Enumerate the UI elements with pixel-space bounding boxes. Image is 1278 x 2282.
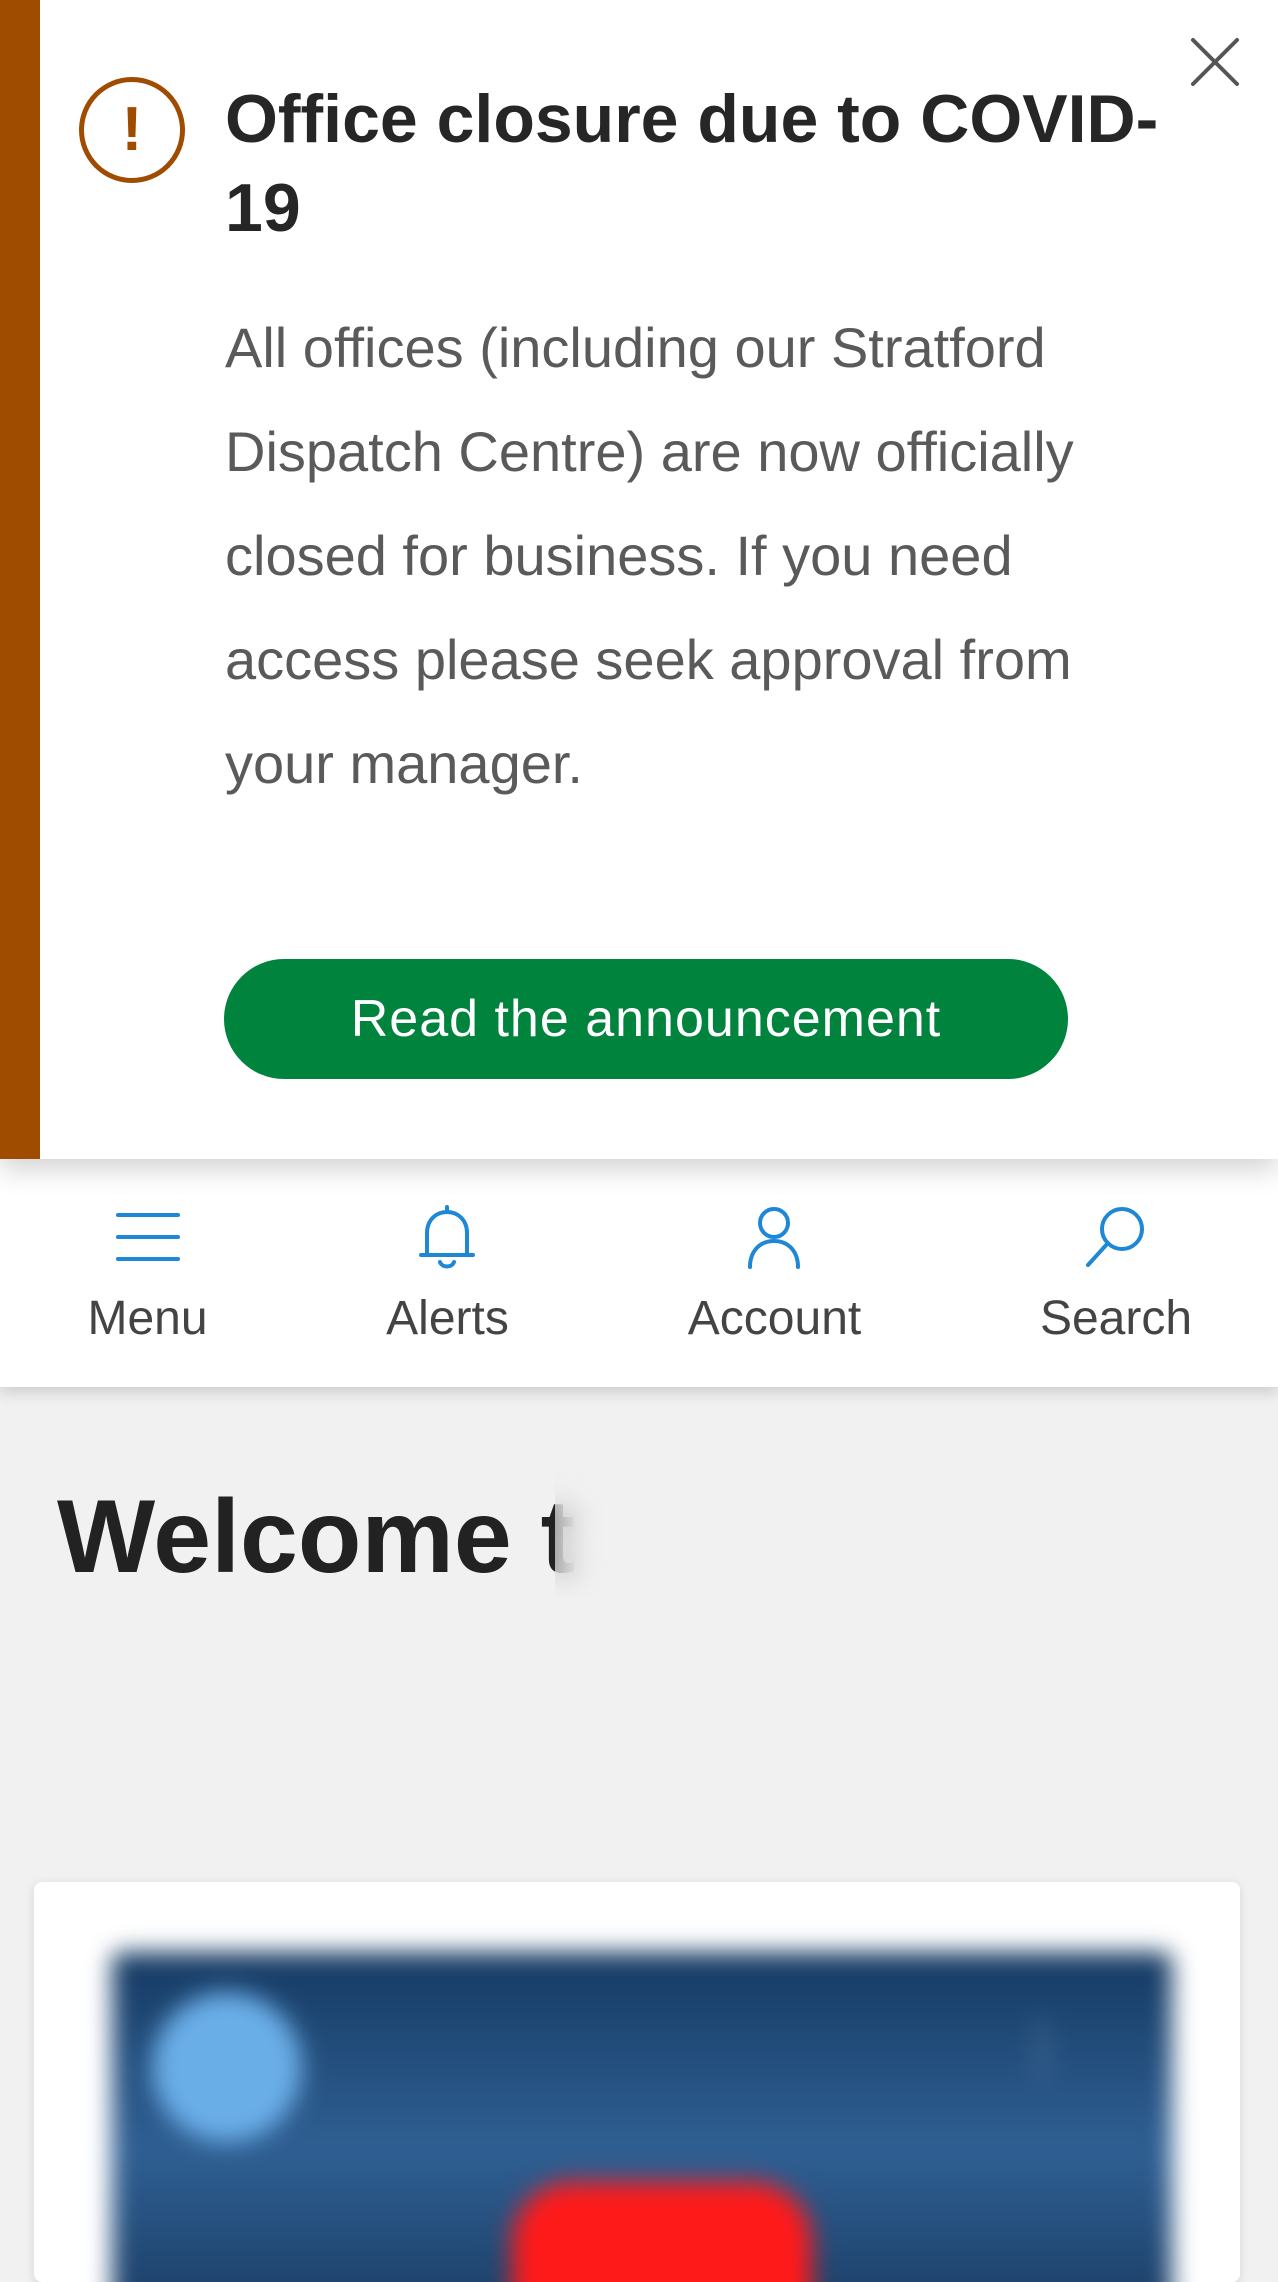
welcome-heading: Welcome t: [57, 1479, 576, 1595]
alert-message: All offices (including our Stratford Dis…: [225, 316, 1074, 795]
user-icon: [748, 1207, 800, 1269]
nav-item-menu[interactable]: Menu: [40, 1159, 255, 1387]
channel-avatar: [152, 1992, 302, 2142]
nav-item-search[interactable]: Search: [1000, 1159, 1232, 1387]
covid-alert-banner: ! Office closure due to COVID-19 All off…: [0, 0, 1278, 1159]
play-button-icon[interactable]: [512, 2182, 812, 2282]
nav-label-menu: Menu: [87, 1292, 208, 1345]
nav-label-search: Search: [1039, 1292, 1193, 1345]
close-icon[interactable]: [1183, 30, 1247, 94]
redacted-heading-text: [555, 1471, 1005, 1597]
nav-item-account[interactable]: Account: [662, 1159, 887, 1387]
nav-label-account: Account: [687, 1292, 862, 1345]
hamburger-menu-icon: [116, 1213, 180, 1261]
more-options-icon: ⋮: [1012, 2013, 1072, 2080]
exclamation-circle-icon: !: [79, 77, 185, 183]
search-icon: [1086, 1207, 1144, 1267]
page-content: Welcome t ⋮: [0, 1387, 1278, 2282]
video-thumbnail[interactable]: ⋮: [112, 1952, 1172, 2282]
alert-accent-stripe: [0, 0, 40, 1159]
redacted-intro-text: [57, 1597, 1177, 1675]
nav-label-alerts: Alerts: [386, 1292, 509, 1345]
video-card: ⋮: [34, 1882, 1240, 2282]
read-announcement-button[interactable]: Read the announcement: [224, 959, 1068, 1079]
alert-title: Office closure due to COVID-19: [225, 81, 1159, 246]
nav-item-alerts[interactable]: Alerts: [340, 1159, 555, 1387]
bell-icon: [419, 1205, 475, 1269]
bottom-nav-bar: Menu Alerts Account Search: [0, 1159, 1278, 1387]
